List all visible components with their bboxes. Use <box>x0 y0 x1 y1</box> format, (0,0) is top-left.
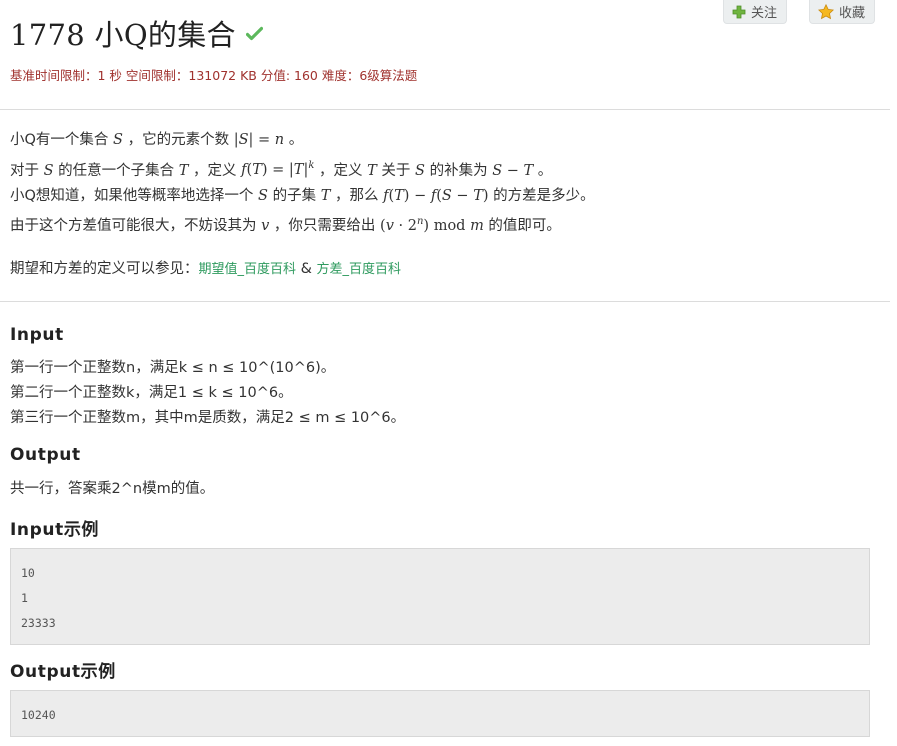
plus-icon <box>732 5 746 19</box>
divider <box>0 301 890 302</box>
math-T: T <box>320 187 331 204</box>
math-S: S <box>43 162 54 179</box>
input-description: 第一行一个正整数n，满足k ≤ n ≤ 10^(10^6)。 第二行一个正整数k… <box>10 356 405 431</box>
problem-description: 小Q有一个集合 S ，它的元素个数 |S| = n 。 对于 S 的任意一个子集… <box>10 128 595 240</box>
math-diff: f(T) − f(S − T) <box>383 187 489 204</box>
input-heading: Input <box>10 325 64 345</box>
desc-line-3: 小Q想知道，如果他等概率地选择一个 S 的子集 T ，那么 f(T) − f(S… <box>10 187 595 204</box>
star-icon <box>817 3 834 20</box>
math-S: S <box>415 162 425 179</box>
desc-line-4: 由于这个方差值可能很大，不妨设其为 v ，你只需要给出 (v · 2n) mod… <box>10 216 561 235</box>
output-heading: Output <box>10 445 81 465</box>
sample-line: 23333 <box>21 616 56 630</box>
title-row: 1778 小Q的集合 <box>10 12 263 54</box>
sample-line: 1 <box>21 591 28 605</box>
math-mod: (v · 2n) mod m <box>380 216 484 235</box>
math-T: T <box>178 162 189 179</box>
check-icon <box>245 26 263 45</box>
divider <box>0 109 890 110</box>
variance-link[interactable]: 方差_百度百科 <box>317 262 402 277</box>
math-S: S <box>113 132 123 148</box>
math-S: S <box>258 187 268 204</box>
reference-line: 期望和方差的定义可以参见：期望值_百度百科 & 方差_百度百科 <box>10 261 402 277</box>
problem-meta: 基准时间限制：1 秒 空间限制：131072 KB 分值: 160 难度：6级算… <box>10 68 418 83</box>
follow-label: 关注 <box>750 6 777 21</box>
sample-line: 10 <box>21 566 35 580</box>
page-title: 1778 小Q的集合 <box>10 18 236 52</box>
output-example-box: 10240 <box>10 690 870 737</box>
math-S-minus-T: S − T <box>492 162 534 179</box>
math-T: T <box>367 162 377 179</box>
output-description: 共一行，答案乘2^n模m的值。 <box>10 481 215 497</box>
input-line: 第二行一个正整数k，满足1 ≤ k ≤ 10^6。 <box>10 385 293 401</box>
expectation-link[interactable]: 期望值_百度百科 <box>199 262 297 277</box>
input-example-box: 10 1 23333 <box>10 548 870 645</box>
output-example-heading: Output示例 <box>10 662 116 682</box>
follow-button[interactable]: 关注 <box>722 0 787 24</box>
desc-line-1: 小Q有一个集合 S ，它的元素个数 |S| = n 。 <box>10 132 304 148</box>
favorite-button[interactable]: 收藏 <box>808 0 875 24</box>
input-line: 第三行一个正整数m，其中m是质数，满足2 ≤ m ≤ 10^6。 <box>10 410 406 426</box>
desc-line-2: 对于 S 的任意一个子集合 T ，定义 f(T) = |T|k ，定义 T 关于… <box>10 160 553 179</box>
input-line: 第一行一个正整数n，满足k ≤ n ≤ 10^(10^6)。 <box>10 360 336 376</box>
math-size-S: |S| = n <box>233 132 285 148</box>
math-fT-def: f(T) = |T|k <box>241 160 315 179</box>
top-actions: 关注 收藏 <box>722 0 875 24</box>
sample-line: 10240 <box>21 708 56 722</box>
favorite-label: 收藏 <box>838 6 865 21</box>
input-example-heading: Input示例 <box>10 520 100 540</box>
